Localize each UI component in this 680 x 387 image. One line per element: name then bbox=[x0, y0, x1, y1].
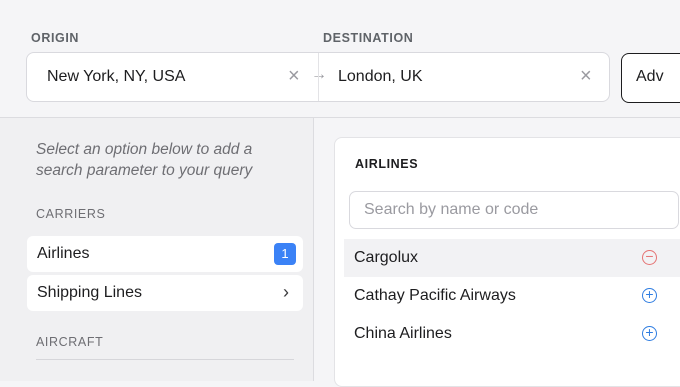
destination-input[interactable]: London, UK bbox=[338, 68, 423, 86]
airline-name: China Airlines bbox=[354, 325, 452, 342]
count-badge: 1 bbox=[274, 243, 296, 265]
airlines-card-title: AIRLINES bbox=[355, 157, 419, 171]
carriers-section-label: CARRIERS bbox=[36, 207, 106, 221]
plus-circle-icon[interactable]: + bbox=[642, 287, 657, 303]
sidebar-item-label: Shipping Lines bbox=[37, 284, 142, 301]
chevron-right-icon: › bbox=[283, 282, 289, 302]
clear-destination-icon[interactable]: × bbox=[580, 64, 592, 88]
airline-row-china-airlines[interactable]: China Airlines + bbox=[344, 315, 680, 353]
minus-circle-icon[interactable]: − bbox=[642, 249, 657, 265]
clear-origin-icon[interactable]: × bbox=[288, 64, 300, 88]
sidebar-item-airlines[interactable]: Airlines 1 bbox=[27, 236, 303, 272]
aircraft-divider bbox=[36, 359, 294, 360]
destination-label: DESTINATION bbox=[323, 31, 414, 45]
origin-input[interactable]: New York, NY, USA bbox=[47, 68, 185, 86]
search-header: ORIGIN DESTINATION New York, NY, USA × →… bbox=[0, 0, 680, 118]
airline-row-cathay-pacific[interactable]: Cathay Pacific Airways + bbox=[344, 277, 680, 315]
route-input-group: New York, NY, USA × → London, UK × bbox=[26, 52, 610, 102]
aircraft-section-label: AIRCRAFT bbox=[36, 335, 104, 349]
sidebar-item-label: Airlines bbox=[37, 245, 90, 262]
input-divider bbox=[318, 53, 319, 101]
plus-circle-icon[interactable]: + bbox=[642, 325, 657, 341]
airline-search-input[interactable] bbox=[349, 191, 679, 229]
airline-name: Cathay Pacific Airways bbox=[354, 287, 516, 304]
arrow-right-icon: → bbox=[311, 66, 327, 83]
origin-label: ORIGIN bbox=[31, 31, 80, 45]
airline-row-cargolux[interactable]: Cargolux − bbox=[344, 239, 680, 277]
sidebar-item-shipping-lines[interactable]: Shipping Lines › bbox=[27, 275, 303, 311]
sidebar-hint: Select an option below to add a search p… bbox=[36, 141, 253, 179]
airline-name: Cargolux bbox=[354, 249, 419, 266]
advanced-button[interactable]: Adv bbox=[621, 53, 680, 103]
